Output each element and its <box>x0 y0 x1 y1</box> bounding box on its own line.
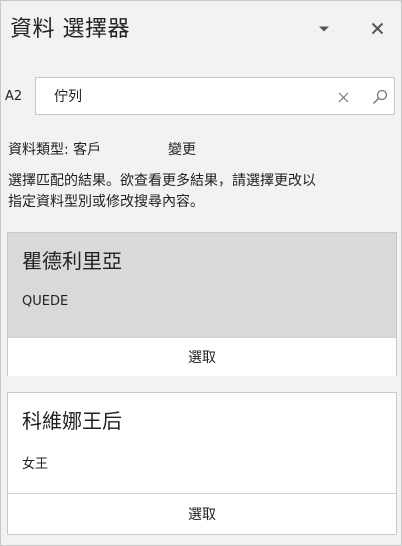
result-card: 科維娜王后 女王 選取 <box>7 392 397 535</box>
select-button[interactable]: 選取 <box>8 338 396 376</box>
result-title: 瞿德利里亞 <box>22 249 122 273</box>
pane-header: 資料 選擇器 <box>1 1 401 59</box>
result-card: 瞿德利里亞 QUEDE 選取 <box>7 232 397 376</box>
chevron-down-icon <box>319 26 329 32</box>
result-subtitle: QUEDE <box>22 294 69 309</box>
search-box[interactable] <box>35 77 395 115</box>
data-type-row: 資料類型: 客戶 變更 <box>8 139 196 159</box>
close-button[interactable] <box>365 16 389 40</box>
instructions-text: 選擇匹配的結果。欲查看更多結果，請選擇更改以指定資料型別或修改搜尋內容。 <box>8 173 316 210</box>
data-type-label: 資料類型: 客戶 <box>8 142 102 158</box>
search-input[interactable] <box>54 88 324 104</box>
result-card-body[interactable]: 瞿德利里亞 QUEDE <box>8 233 396 337</box>
clear-search-button[interactable] <box>334 88 352 106</box>
result-card-body[interactable]: 科維娜王后 女王 <box>8 393 396 493</box>
change-data-type-link[interactable]: 變更 <box>168 139 196 159</box>
clear-icon <box>338 92 348 102</box>
result-subtitle: 女王 <box>22 457 49 472</box>
close-icon <box>371 22 383 34</box>
search-icon <box>372 89 388 105</box>
cell-reference: A2 <box>5 89 23 104</box>
result-title: 科維娜王后 <box>22 409 122 433</box>
pane-options-button[interactable] <box>313 19 335 39</box>
pane-title: 資料 選擇器 <box>10 17 130 42</box>
search-button[interactable] <box>370 87 390 107</box>
select-button[interactable]: 選取 <box>8 494 396 534</box>
data-selector-pane: 資料 選擇器 A2 資料類型: 客戶 變更 選擇 <box>0 0 402 546</box>
